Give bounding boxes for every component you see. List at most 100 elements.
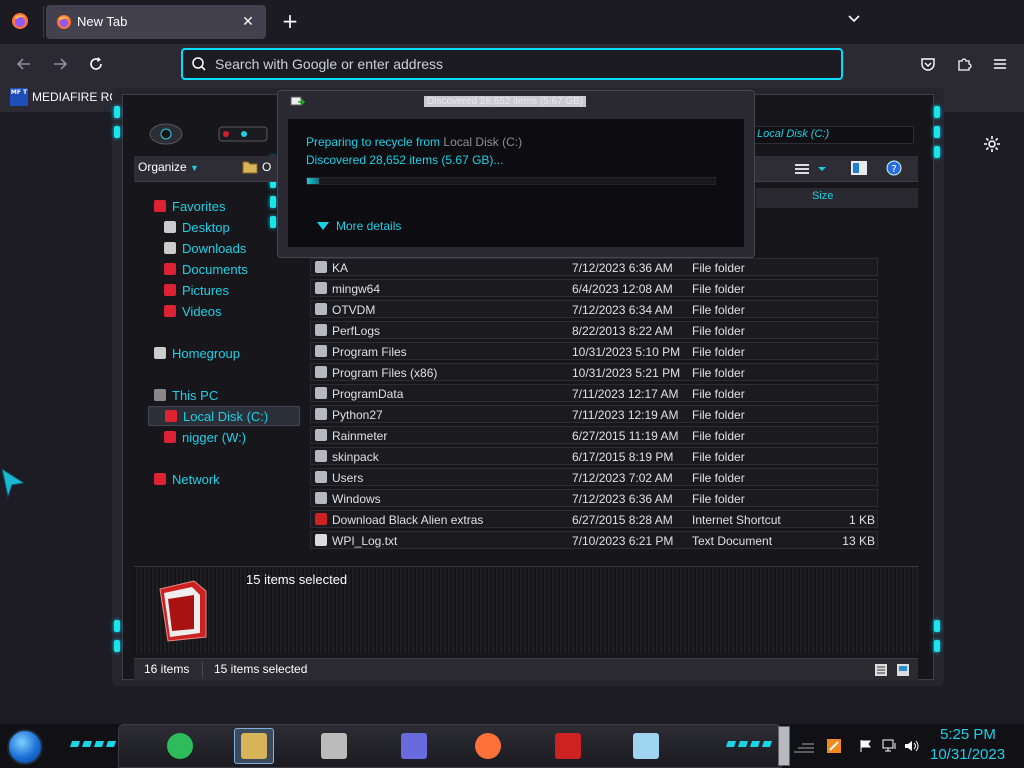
folder-icon	[242, 161, 258, 174]
file-row[interactable]: Download Black Alien extras 6/27/2015 8:2…	[310, 510, 878, 528]
printer-icon	[321, 733, 347, 759]
customize-page-button[interactable]	[982, 134, 1002, 154]
arrow-right-icon	[54, 58, 68, 70]
forward-button[interactable]	[48, 52, 72, 76]
file-row[interactable]: Rainmeter 6/27/2015 11:19 AM File folder	[310, 426, 878, 444]
file-name: ProgramData	[332, 387, 404, 401]
file-row[interactable]: skinpack 6/17/2015 8:19 PM File folder	[310, 447, 878, 465]
file-type: File folder	[692, 429, 745, 443]
file-name: mingw64	[332, 282, 381, 296]
nav-item-desktop[interactable]: Desktop	[164, 217, 230, 237]
extensions-button[interactable]	[952, 52, 976, 76]
file-name: Program Files (x86)	[332, 366, 438, 380]
drive-icon	[165, 410, 177, 422]
frame-led	[114, 126, 120, 138]
column-size[interactable]: Size	[812, 190, 833, 202]
taskbar-app-file-explorer[interactable]	[234, 728, 274, 764]
tray-orange-icon	[827, 739, 841, 753]
file-row[interactable]: Windows 7/12/2023 6:36 AM File folder	[310, 489, 878, 507]
address-bar[interactable]	[181, 48, 843, 80]
file-type: File folder	[692, 492, 745, 506]
file-row[interactable]: Program Files 10/31/2023 5:10 PM File fold…	[310, 342, 878, 360]
tray-corner-icon	[794, 743, 814, 753]
clock-date[interactable]: 10/31/2023	[930, 746, 1005, 763]
nav-item-this-pc[interactable]: This PC	[154, 385, 218, 405]
frame-led	[934, 620, 940, 632]
taskbar-app-settings-panel[interactable]	[394, 728, 434, 764]
taskbar-app-firefox[interactable]	[468, 728, 508, 764]
taskbar-scroll-handle[interactable]	[778, 726, 790, 766]
large-icons-view-icon[interactable]	[896, 663, 910, 677]
file-row[interactable]: KA 7/12/2023 6:36 AM File folder	[310, 258, 878, 276]
file-type: File folder	[692, 345, 745, 359]
file-row[interactable]: Program Files (x86) 10/31/2023 5:21 PM Fil…	[310, 363, 878, 381]
dialog-progress-bar	[306, 177, 716, 185]
explorer-address-bar[interactable]: Local Disk (C:)	[752, 126, 914, 144]
view-options-button[interactable]	[794, 161, 828, 180]
open-button[interactable]: O	[242, 160, 271, 174]
frame-led	[934, 106, 940, 118]
dialog-titlebar: Discovered 28,652 items (5.67 GB)	[278, 91, 756, 113]
network-icon	[882, 739, 896, 752]
nav-item-pictures[interactable]: Pictures	[164, 280, 229, 300]
file-row[interactable]: Users 7/12/2023 7:02 AM File folder	[310, 468, 878, 486]
file-name: Python27	[332, 408, 383, 422]
file-row[interactable]: mingw64 6/4/2023 12:08 AM File folder	[310, 279, 878, 297]
file-date: 6/27/2015 8:28 AM	[572, 513, 673, 527]
tray-volume-icon[interactable]	[904, 738, 920, 754]
taskbar-app-disk-cleanup[interactable]	[626, 728, 666, 764]
bookmark-mediafire[interactable]: MF T MEDIAFIRE ROU	[10, 88, 127, 106]
nav-item-local-disk-c[interactable]: Local Disk (C:)	[148, 406, 300, 426]
tray-flag-icon[interactable]	[858, 738, 874, 754]
new-tab-button[interactable]: +	[278, 10, 302, 34]
organize-button[interactable]: Organize ▼	[138, 160, 199, 174]
gear-icon	[984, 136, 1000, 152]
close-tab-icon[interactable]: ✕	[238, 12, 258, 32]
pocket-button[interactable]	[916, 52, 940, 76]
address-input[interactable]	[215, 54, 815, 74]
file-date: 7/11/2023 12:19 AM	[572, 408, 679, 422]
file-row[interactable]: Python27 7/11/2023 12:19 AM File folder	[310, 405, 878, 423]
nav-item-favorites[interactable]: Favorites	[154, 196, 225, 216]
preview-pane-icon	[851, 161, 867, 175]
nav-item-downloads[interactable]: Downloads	[164, 238, 246, 258]
nav-item-videos[interactable]: Videos	[164, 301, 222, 321]
reload-button[interactable]	[84, 52, 108, 76]
explorer-back-icon[interactable]	[148, 122, 184, 146]
taskbar-app-printer[interactable]	[314, 728, 354, 764]
taskbar-app-spotify[interactable]	[160, 728, 200, 764]
navigation-pane: Favorites Desktop Downloads Documents Pictur…	[134, 186, 300, 558]
taskbar-app-alien-app[interactable]	[548, 728, 588, 764]
dialog-discovered-line: Discovered 28,652 items (5.67 GB)...	[306, 153, 504, 167]
file-list: KA 7/12/2023 6:36 AM File folder mingw64 6/4…	[310, 258, 880, 554]
firefox-view-button[interactable]	[8, 9, 32, 33]
status-bar: 16 items 15 items selected	[134, 658, 918, 680]
clock-time[interactable]: 5:25 PM	[940, 726, 996, 743]
nav-item-network[interactable]: Network	[154, 469, 220, 489]
firefox-icon	[475, 733, 501, 759]
file-row[interactable]: WPI_Log.txt 7/10/2023 6:21 PM Text Documen…	[310, 531, 878, 549]
file-date: 6/27/2015 11:19 AM	[572, 429, 679, 443]
preview-pane-button[interactable]	[850, 160, 868, 180]
tray-app-icon[interactable]	[826, 738, 842, 754]
back-button[interactable]	[12, 52, 36, 76]
file-date: 7/10/2023 6:21 PM	[572, 534, 674, 548]
file-date: 7/12/2023 6:36 AM	[572, 492, 673, 506]
tab-new-tab[interactable]: New Tab ✕	[46, 5, 266, 39]
file-row[interactable]: PerfLogs 8/22/2013 8:22 AM File folder	[310, 321, 878, 339]
nav-item-documents[interactable]: Documents	[164, 259, 248, 279]
details-view-icon[interactable]	[874, 663, 888, 677]
file-type: File folder	[692, 282, 745, 296]
file-row[interactable]: OTVDM 7/12/2023 6:34 AM File folder	[310, 300, 878, 318]
explorer-nav-icon[interactable]	[218, 126, 268, 142]
list-all-tabs-button[interactable]	[842, 10, 866, 34]
help-button[interactable]: ?	[886, 160, 902, 180]
nav-item-homegroup[interactable]: Homegroup	[154, 343, 240, 363]
start-button[interactable]	[7, 729, 43, 765]
file-row[interactable]: ProgramData 7/11/2023 12:17 AM File folder	[310, 384, 878, 402]
navigation-toolbar	[0, 44, 1024, 84]
menu-button[interactable]	[988, 52, 1012, 76]
tray-network-icon[interactable]	[882, 738, 898, 754]
nav-item-nigger-w[interactable]: nigger (W:)	[164, 427, 246, 447]
more-details-button[interactable]: More details	[316, 219, 401, 233]
